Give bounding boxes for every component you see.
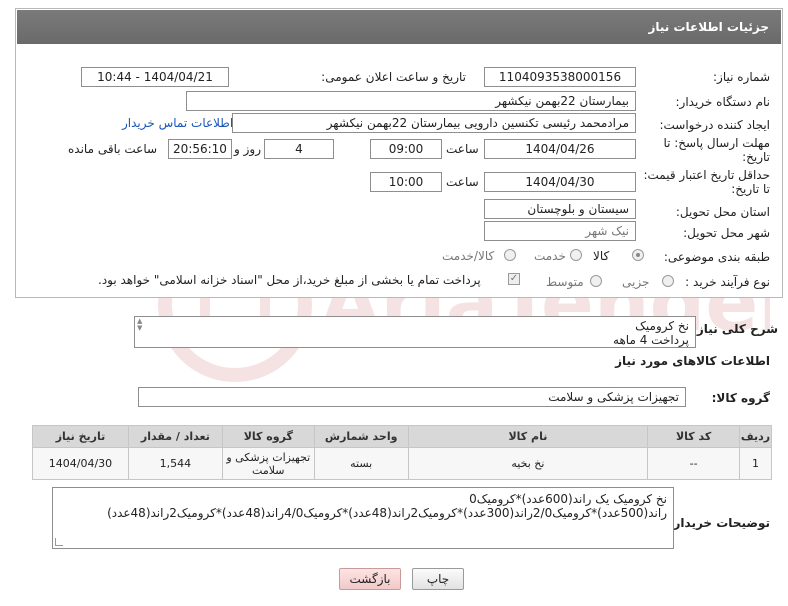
category-label: طبقه بندی موضوعی: <box>663 250 770 264</box>
description-textarea[interactable]: نخ کرومیک پرداخت 4 ماهه <box>134 316 696 348</box>
col-header-unit: واحد شمارش <box>313 425 409 448</box>
creator-field[interactable]: مرادمحمد رئیسی تکنسین دارویی بیمارستان 2… <box>232 113 636 133</box>
city-field[interactable]: نیک شهر <box>484 221 636 241</box>
province-field[interactable]: سیستان و بلوچستان <box>484 199 636 219</box>
announce-date-field[interactable]: 1404/04/21 - 10:44 <box>81 67 229 87</box>
category-option-goods: کالا <box>593 249 610 263</box>
cell-row-number: 1 <box>739 447 772 480</box>
reply-deadline-time-field[interactable]: 09:00 <box>370 139 442 159</box>
col-header-goods-group: گروه کالا <box>221 425 315 448</box>
cell-goods-group: تجهیزات پزشکی و سلامت <box>221 447 315 480</box>
days-label: روز و <box>234 142 261 156</box>
back-button[interactable]: بازگشت <box>339 568 401 590</box>
cell-unit: بسته <box>313 447 409 480</box>
buyer-notes-line-2: راند(500عدد)*کرومیک2/0راند(300عدد)*کرومی… <box>107 506 667 520</box>
description-label: شرح کلی نیاز: <box>692 322 778 336</box>
reply-deadline-label: مهلت ارسال پاسخ: تا تاریخ: <box>663 136 770 164</box>
price-validity-time-field[interactable]: 10:00 <box>370 172 442 192</box>
goods-info-title: اطلاعات کالاهای مورد نیاز <box>615 354 770 368</box>
buyer-notes-label: توضیحات خریدار: <box>668 516 770 530</box>
cell-need-date: 1404/04/30 <box>32 447 129 480</box>
city-label: شهر محل تحویل: <box>683 226 770 240</box>
creator-label: ایجاد کننده درخواست: <box>659 118 770 132</box>
province-label: استان محل تحویل: <box>675 205 770 219</box>
price-time-label: ساعت <box>446 175 479 189</box>
announce-date-label: تاریخ و ساعت اعلان عمومی: <box>321 70 466 84</box>
price-validity-label: حداقل تاریخ اعتبار قیمت: تا تاریخ: <box>643 168 770 196</box>
table-row[interactable]: 1 -- نخ بخیه بسته تجهیزات پزشکی و سلامت … <box>32 447 772 480</box>
category-radio-service[interactable] <box>570 249 582 261</box>
category-option-goods-service: کالا/خدمت <box>442 249 495 263</box>
col-header-row-number: ردیف <box>739 425 772 448</box>
cell-goods-name: نخ بخیه <box>407 447 649 480</box>
panel-header-title: جزئیات اطلاعات نیاز <box>17 10 781 44</box>
buyer-contact-link[interactable]: اطلاعات تماس خریدار <box>122 116 233 130</box>
treasury-payment-note: پرداخت تمام یا بخشی از مبلغ خرید،از محل … <box>98 273 481 287</box>
buyer-org-label: نام دستگاه خریدار: <box>675 95 771 109</box>
remaining-days-field[interactable]: 4 <box>264 139 334 159</box>
print-button[interactable]: چاپ <box>412 568 464 590</box>
remaining-time-field[interactable]: 20:56:10 <box>168 139 232 159</box>
reply-deadline-date-field[interactable]: 1404/04/26 <box>484 139 636 159</box>
purchase-radio-medium[interactable] <box>590 275 602 287</box>
goods-group-label: گروه کالا: <box>711 391 770 405</box>
buyer-notes-line-1: نخ کرومیک یک راند(600عدد)*کرومیک0 <box>469 492 667 506</box>
description-scroll-icon[interactable]: ▲ ▼ <box>137 318 142 332</box>
need-number-label: شماره نیاز: <box>713 70 770 84</box>
cell-goods-code: -- <box>647 447 741 480</box>
remaining-time-label: ساعت باقی مانده <box>68 142 158 156</box>
purchase-radio-minor[interactable] <box>662 275 674 287</box>
table-header-row: ردیف کد کالا نام کالا واحد شمارش گروه کا… <box>32 425 772 448</box>
purchase-option-medium: متوسط <box>546 275 584 289</box>
price-validity-date-field[interactable]: 1404/04/30 <box>484 172 636 192</box>
purchase-type-label: نوع فرآیند خرید : <box>685 275 770 289</box>
goods-group-field[interactable]: تجهیزات پزشکی و سلامت <box>138 387 686 407</box>
col-header-goods-code: کد کالا <box>647 425 741 448</box>
category-option-service: خدمت <box>534 249 566 263</box>
buyer-org-field[interactable]: بیمارستان 22بهمن نیکشهر <box>186 91 636 111</box>
reply-time-label: ساعت <box>446 142 479 156</box>
category-radio-goods-service[interactable] <box>504 249 516 261</box>
category-radio-goods[interactable] <box>632 249 644 261</box>
resize-grip-icon[interactable] <box>55 538 63 546</box>
purchase-option-minor: جزیی <box>622 275 650 289</box>
need-number-field[interactable]: 1104093538000156 <box>484 67 636 87</box>
col-header-goods-name: نام کالا <box>407 425 649 448</box>
treasury-checkbox[interactable]: ✓ <box>508 273 520 285</box>
col-header-quantity: تعداد / مقدار <box>127 425 223 448</box>
goods-table: ردیف کد کالا نام کالا واحد شمارش گروه کا… <box>32 425 772 480</box>
buyer-notes-textarea[interactable]: نخ کرومیک یک راند(600عدد)*کرومیک0 راند(5… <box>52 487 674 549</box>
description-line-1: نخ کرومیک <box>635 319 689 333</box>
col-header-need-date: تاریخ نیاز <box>32 425 129 448</box>
description-line-2: پرداخت 4 ماهه <box>613 333 689 347</box>
cell-quantity: 1,544 <box>127 447 223 480</box>
